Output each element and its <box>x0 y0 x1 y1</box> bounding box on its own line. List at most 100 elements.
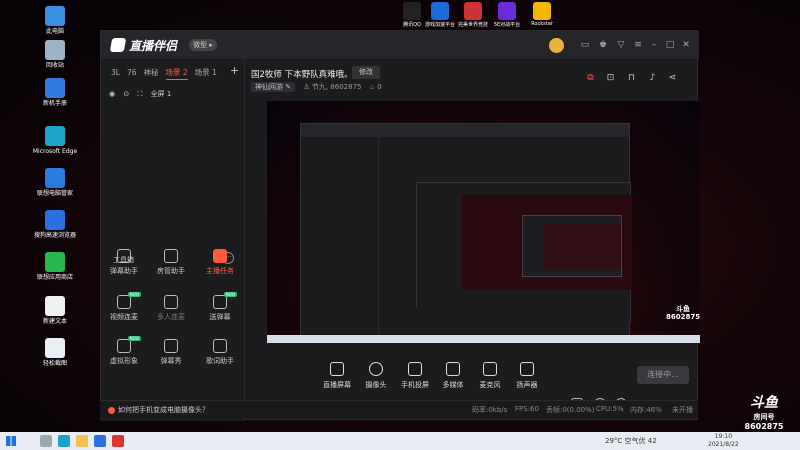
status-bar: 如何把手机变成电脑摄像头？ 码率:0kb/s FPS:60 丢帧:0(0.00%… <box>100 400 698 418</box>
desktop-top-icon[interactable]: 5E对战平台 <box>490 2 524 28</box>
close-icon[interactable]: ✕ <box>680 39 692 51</box>
control-label: 摄像头 <box>365 381 387 389</box>
weather-tray[interactable]: 29°C 空气优 42 <box>605 436 657 446</box>
control-label: 扬声器 <box>516 381 538 389</box>
new-tag: NEW <box>127 292 141 297</box>
message-icon[interactable]: ▭ <box>579 39 591 51</box>
lock-icon[interactable]: ⊙ <box>123 90 129 98</box>
desktop-icon[interactable]: 此电脑 <box>31 6 79 35</box>
mem-stat: 内存:46% <box>630 406 662 414</box>
desktop-icon[interactable]: 轻松截图 <box>31 338 79 367</box>
tool-item[interactable]: 视频连麦 NEW <box>101 292 147 322</box>
room-title: 国2牧师 下本野队真难哦。 <box>251 70 353 80</box>
tool-label: 多人连麦 <box>157 313 185 321</box>
tool-item[interactable]: 虚拟形象 NEW <box>101 336 147 366</box>
desktop-icon[interactable]: 联想应用商店 <box>31 252 79 281</box>
desktop-top-icon[interactable]: 完美世界竞技 <box>456 2 490 28</box>
douyu-watermark: 斗鱼 房间号 8602875 <box>736 392 792 431</box>
gift-icon[interactable]: ⧉ <box>585 73 596 84</box>
tool-label: 弹幕助手 <box>110 267 138 275</box>
preview-watermark-room: 8602875 <box>666 312 700 321</box>
control-button[interactable]: 直播屏幕 <box>315 362 359 390</box>
eye-icon[interactable]: ◉ <box>109 90 115 98</box>
search-icon[interactable] <box>40 435 52 447</box>
desktop-icon-label: 回收站 <box>45 62 64 69</box>
douyu-room-number: 8602875 <box>744 422 784 431</box>
bell-icon[interactable]: ♪ <box>647 73 658 84</box>
room-id: 8602875 <box>330 83 362 91</box>
tool-item[interactable]: 房管助手 <box>148 249 194 276</box>
scene-tab[interactable]: 76 <box>127 68 137 77</box>
desktop-top-icon[interactable]: Rockstar <box>525 2 559 27</box>
desktop-top-icon[interactable]: 游戏加速平台 <box>423 2 457 28</box>
menu-icon[interactable]: ≡ <box>632 39 644 51</box>
tool-icon <box>117 249 131 263</box>
nested-controls <box>379 307 629 337</box>
desktop-icon[interactable]: 新机手册 <box>31 78 79 107</box>
share-icon[interactable]: ⋖ <box>667 73 678 84</box>
desktop-icon[interactable]: 新建文本 <box>31 296 79 325</box>
nested-left-panel <box>301 137 379 337</box>
fps-stat: FPS:60 <box>515 405 539 413</box>
tool-label: 主播任务 <box>206 267 234 275</box>
tool-item[interactable]: 歌词助手 <box>197 339 243 366</box>
tool-item[interactable]: 弹幕助手 <box>101 249 147 276</box>
tool-label: 虚拟形象 <box>110 357 138 365</box>
scene-tab[interactable]: 场景 1 <box>195 68 217 77</box>
tool-icon <box>213 339 227 353</box>
user-icon: ♙ <box>303 83 310 91</box>
new-tag: NEW <box>223 292 237 297</box>
nested-window-2 <box>416 182 632 322</box>
desktop-top-icon-label: 5E对战平台 <box>493 22 521 28</box>
desktop-icon[interactable]: 联想电脑管家 <box>31 168 79 197</box>
desktop-icon-label: 联想应用商店 <box>36 274 73 281</box>
preview-douyu-watermark: 斗鱼 8602875 <box>666 305 700 321</box>
bitrate-stat: 码率:0kb/s <box>472 406 508 414</box>
tool-icon <box>213 249 227 263</box>
tool-item[interactable]: 多人连麦 <box>148 295 194 322</box>
app-logo-icon <box>109 38 127 52</box>
user-avatar[interactable] <box>549 38 564 53</box>
clock[interactable]: 19:10 2021/8/22 <box>708 433 739 449</box>
tool-label: 弹幕秀 <box>160 357 182 365</box>
desktop-app-icon <box>45 252 65 272</box>
tool-item[interactable]: 主播任务 <box>197 249 243 276</box>
app-taskbar-icon[interactable] <box>112 435 124 447</box>
filter-icon[interactable]: ▽ <box>615 39 627 51</box>
scene-tab[interactable]: 神秘 <box>144 68 159 77</box>
help-hint[interactable]: 如何把手机变成电脑摄像头？ <box>108 405 209 415</box>
scene-tab[interactable]: 场景 2 <box>165 68 188 80</box>
start-live-button[interactable]: 连接中... <box>637 366 689 384</box>
shirt-icon[interactable]: ♚ <box>597 39 609 51</box>
layer-row[interactable]: ◉ ⊙ ⛶ 全屏 1 <box>109 89 177 99</box>
desktop-icon-label: 搜狗高速浏览器 <box>33 232 76 239</box>
tool-item[interactable]: 送弹幕 NEW <box>197 292 243 322</box>
tool-item[interactable]: 弹幕秀 <box>148 339 194 366</box>
desktop-icon[interactable]: 回收站 <box>31 40 79 69</box>
scene-tab[interactable]: 3L <box>111 68 120 77</box>
hint-text[interactable]: 如何把手机变成电脑摄像头？ <box>118 406 209 414</box>
door-icon[interactable]: ⊓ <box>626 73 637 84</box>
desktop-app-icon <box>45 338 65 358</box>
desktop-top-app-icon <box>464 2 482 20</box>
tool-label: 视频连麦 <box>110 313 138 321</box>
edge-taskbar-icon[interactable] <box>58 435 70 447</box>
desktop-icon[interactable]: Microsoft Edge <box>31 126 79 155</box>
edit-title-button[interactable]: 修改 <box>352 66 380 79</box>
explorer-taskbar-icon[interactable] <box>76 435 88 447</box>
drop-stat: 丢帧:0(0.00%) <box>546 406 595 414</box>
add-scene-button[interactable]: + <box>230 64 239 77</box>
title-bar: 直播伴侣 微型 ▸ ▭ ♚ ▽ ≡ – □ ✕ <box>101 31 699 59</box>
stream-preview[interactable]: 斗鱼 8602875 <box>267 101 700 343</box>
desktop-icon[interactable]: 搜狗高速浏览器 <box>31 210 79 239</box>
version-badge[interactable]: 微型 ▸ <box>189 39 217 51</box>
control-button[interactable]: 摄像头 <box>354 362 398 390</box>
category-tag[interactable]: 神仙网游 ✎ <box>251 82 296 92</box>
minimize-icon[interactable]: – <box>648 39 660 51</box>
store-taskbar-icon[interactable] <box>94 435 106 447</box>
control-icon <box>446 362 460 376</box>
windows-start-icon[interactable] <box>6 436 16 446</box>
unlock-icon[interactable]: ⊡ <box>605 73 616 84</box>
maximize-icon[interactable]: □ <box>664 39 676 51</box>
control-button[interactable]: 扬声器 <box>505 362 549 390</box>
